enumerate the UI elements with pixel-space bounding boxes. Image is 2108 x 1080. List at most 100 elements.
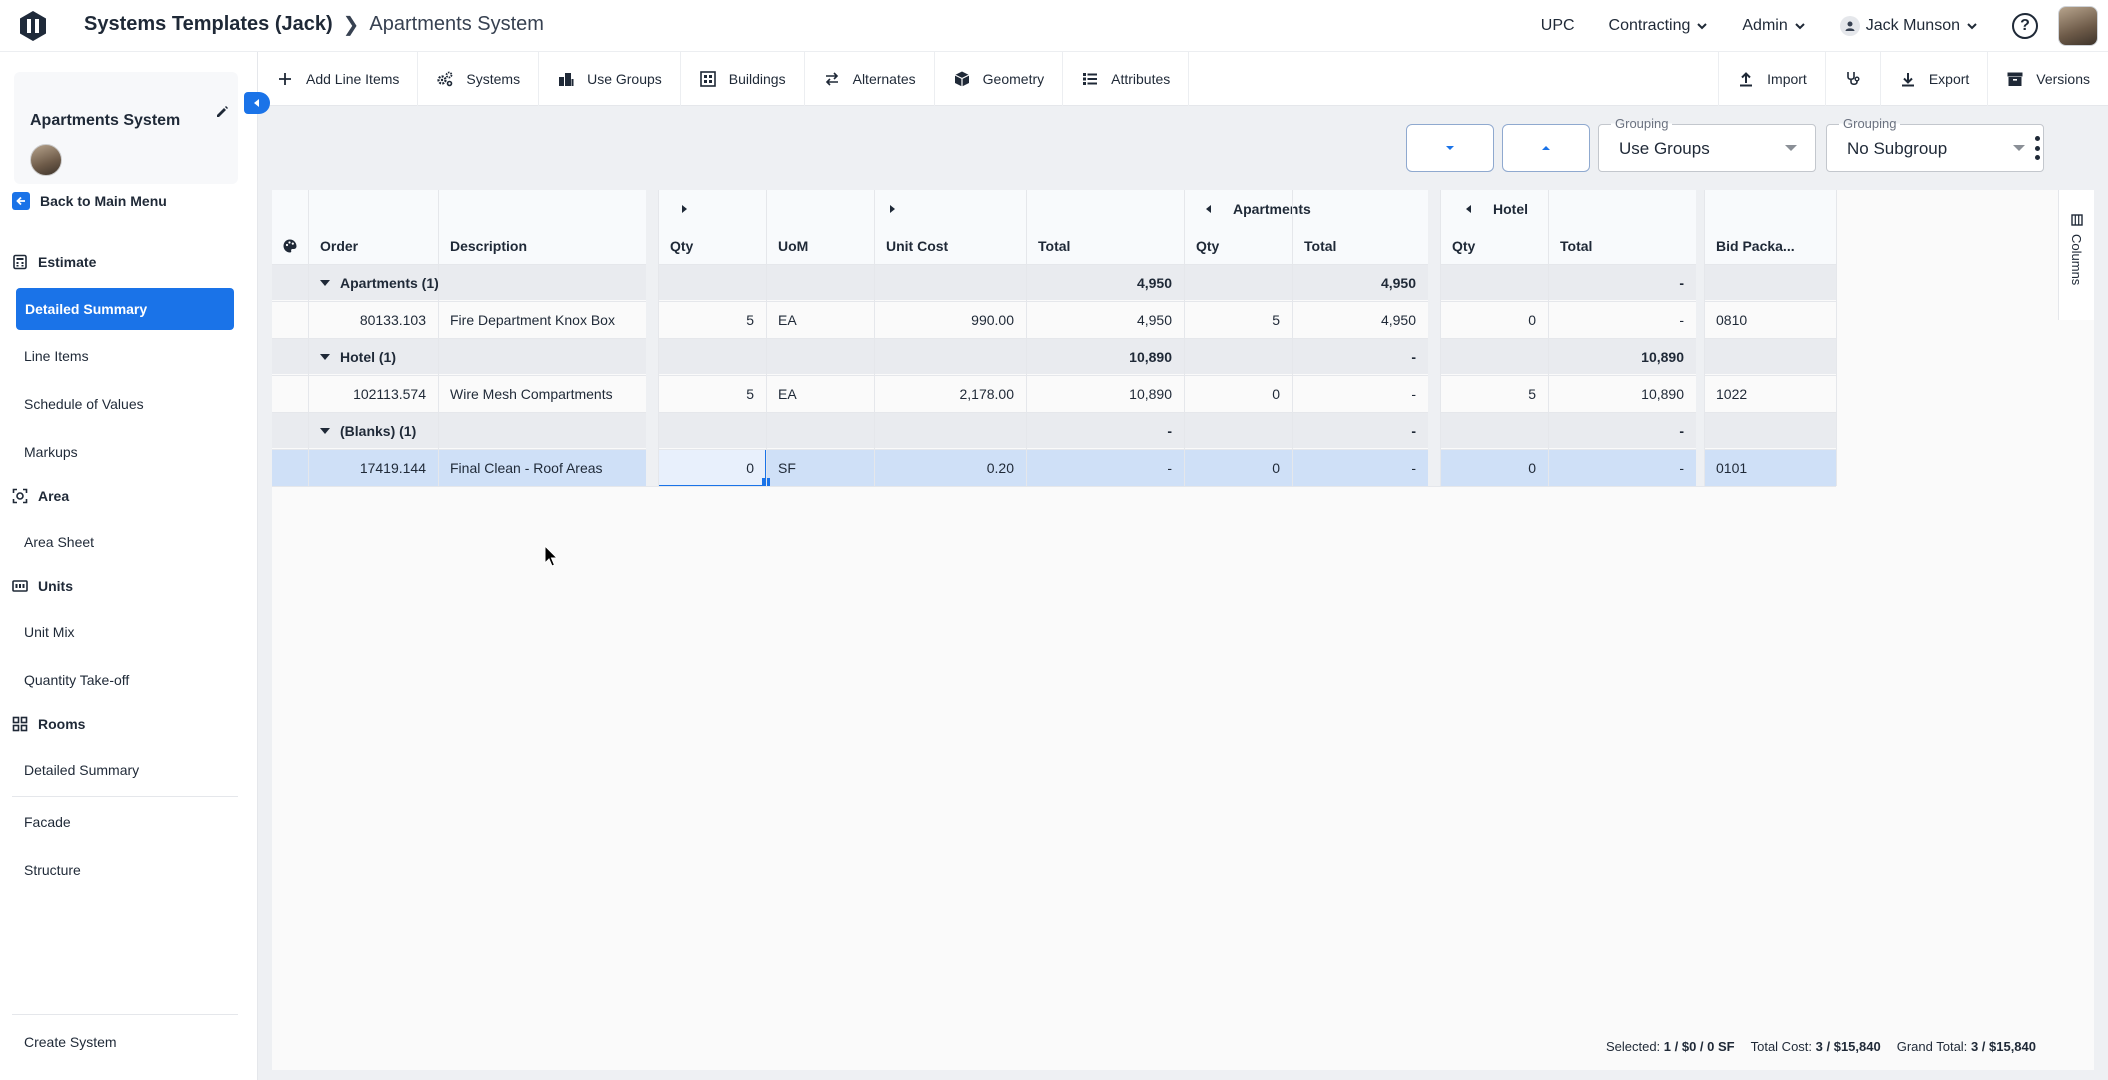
cell-total[interactable]: - xyxy=(1026,449,1184,486)
contracting-menu[interactable]: Contracting xyxy=(1609,17,1709,35)
column-divider xyxy=(438,190,439,486)
subgroup-select[interactable]: Grouping No Subgroup xyxy=(1826,116,2044,172)
cell-bid-package[interactable]: 0101 xyxy=(1704,449,1836,486)
column-divider xyxy=(308,190,309,486)
diagnostics-button[interactable] xyxy=(1824,52,1880,106)
export-button[interactable]: Export xyxy=(1879,52,1987,106)
alternates-button[interactable]: Alternates xyxy=(805,51,935,106)
cell-apartments-qty[interactable]: 0 xyxy=(1184,375,1292,412)
add-line-items-button[interactable]: Add Line Items xyxy=(258,51,419,106)
geometry-button[interactable]: Geometry xyxy=(935,51,1064,106)
cell-unit-cost[interactable]: 2,178.00 xyxy=(874,375,1026,412)
cell-hotel-qty[interactable]: 5 xyxy=(1440,375,1548,412)
nav-structure[interactable]: Structure xyxy=(24,862,81,878)
group-hotel-total: - xyxy=(1679,422,1684,439)
collapse-all-button[interactable] xyxy=(1406,124,1494,172)
cell-apartments-qty[interactable]: 5 xyxy=(1184,301,1292,338)
cell-total[interactable]: 10,890 xyxy=(1026,375,1184,412)
buildings-button[interactable]: Buildings xyxy=(681,51,805,106)
attributes-button[interactable]: Attributes xyxy=(1063,51,1190,106)
group-row-label[interactable]: Apartments (1) xyxy=(308,264,648,301)
cell-order[interactable]: 102113.574 xyxy=(308,375,438,412)
cell-order[interactable]: 80133.103 xyxy=(308,301,438,338)
column-header-total[interactable]: Total xyxy=(1026,227,1184,264)
nav-unit-mix[interactable]: Unit Mix xyxy=(24,624,75,640)
cell-description[interactable]: Final Clean - Roof Areas xyxy=(438,449,646,486)
column-header-hotel-qty[interactable]: Qty xyxy=(1440,227,1548,264)
nav-schedule-of-values[interactable]: Schedule of Values xyxy=(24,396,144,412)
group-row-label[interactable]: (Blanks) (1) xyxy=(308,412,648,449)
cell-order[interactable]: 17419.144 xyxy=(308,449,438,486)
cell-total[interactable]: 4,950 xyxy=(1026,301,1184,338)
nav-quantity-take-off[interactable]: Quantity Take-off xyxy=(24,672,129,688)
more-options-icon[interactable] xyxy=(2034,136,2040,160)
cell-unit-cost[interactable]: 990.00 xyxy=(874,301,1026,338)
column-header-unit-cost[interactable]: Unit Cost xyxy=(874,227,1026,264)
back-to-main-menu[interactable]: Back to Main Menu xyxy=(12,192,167,210)
upc-menu[interactable]: UPC xyxy=(1541,17,1575,35)
create-system-link[interactable]: Create System xyxy=(24,1034,117,1050)
user-menu[interactable]: Jack Munson xyxy=(1839,16,1978,36)
column-header-hotel-total[interactable]: Total xyxy=(1548,227,1696,264)
nav-area-sheet[interactable]: Area Sheet xyxy=(24,534,94,550)
cell-uom[interactable]: EA xyxy=(766,301,874,338)
expand-all-button[interactable] xyxy=(1502,124,1590,172)
app-logo-icon[interactable] xyxy=(16,9,50,43)
pencil-icon[interactable] xyxy=(214,104,230,120)
cell-apartments-qty[interactable]: 0 xyxy=(1184,449,1292,486)
cell-uom[interactable]: EA xyxy=(766,375,874,412)
cell-description[interactable]: Fire Department Knox Box xyxy=(438,301,646,338)
import-button[interactable]: Import xyxy=(1718,52,1825,106)
chevron-down-icon xyxy=(1967,23,1977,30)
cell-qty[interactable]: 5 xyxy=(658,301,766,338)
cell-description[interactable]: Wire Mesh Compartments xyxy=(438,375,646,412)
collapse-sidebar-button[interactable] xyxy=(244,92,270,114)
cell-unit-cost[interactable]: 0.20 xyxy=(874,449,1026,486)
nav-detailed-summary[interactable]: Detailed Summary xyxy=(16,288,234,330)
column-header-description[interactable]: Description xyxy=(438,227,646,264)
help-icon[interactable]: ? xyxy=(2012,13,2038,39)
cell-hotel-qty[interactable]: 0 xyxy=(1440,449,1548,486)
cell-apartments-total[interactable]: - xyxy=(1292,375,1428,412)
column-header-apartments-total[interactable]: Total xyxy=(1292,227,1428,264)
columns-panel-toggle[interactable]: Columns xyxy=(2058,190,2094,320)
breadcrumb-parent[interactable]: Systems Templates (Jack) xyxy=(84,13,333,36)
use-groups-button[interactable]: Use Groups xyxy=(539,51,681,106)
cell-qty[interactable]: 0 xyxy=(658,449,766,486)
nav-line-items[interactable]: Line Items xyxy=(24,348,89,364)
group-header-hotel[interactable]: Hotel xyxy=(1454,190,1714,227)
cell-apartments-total[interactable]: - xyxy=(1292,449,1428,486)
cell-bid-package[interactable]: 0810 xyxy=(1704,301,1836,338)
systems-button[interactable]: Systems xyxy=(418,51,540,106)
cell-apartments-total[interactable]: 4,950 xyxy=(1292,301,1428,338)
nav-rooms-detailed-summary[interactable]: Detailed Summary xyxy=(24,762,139,778)
cell-bid-package[interactable]: 1022 xyxy=(1704,375,1836,412)
cell-hotel-qty[interactable]: 0 xyxy=(1440,301,1548,338)
grouping-select[interactable]: Grouping Use Groups xyxy=(1598,116,1816,172)
group-header-apartments[interactable]: Apartments xyxy=(1194,190,1454,227)
expand-group-toggle[interactable] xyxy=(878,190,1008,227)
column-header-qty[interactable]: Qty xyxy=(658,227,766,264)
admin-menu[interactable]: Admin xyxy=(1742,17,1805,35)
expand-group-toggle[interactable] xyxy=(670,190,778,227)
cell-hotel-total[interactable]: - xyxy=(1548,301,1696,338)
grouping-value: Use Groups xyxy=(1619,139,1710,158)
cell-hotel-total[interactable]: - xyxy=(1548,449,1696,486)
cell-uom[interactable]: SF xyxy=(766,449,874,486)
column-header-uom[interactable]: UoM xyxy=(766,227,874,264)
nav-markups[interactable]: Markups xyxy=(24,444,78,460)
column-header-apartments-qty[interactable]: Qty xyxy=(1184,227,1292,264)
profile-avatar[interactable] xyxy=(2058,6,2098,46)
group-row-label[interactable]: Hotel (1) xyxy=(308,338,648,375)
cell-qty[interactable]: 5 xyxy=(658,375,766,412)
toolbar-label: Geometry xyxy=(982,70,1045,87)
column-divider xyxy=(1704,190,1705,486)
palette-icon[interactable] xyxy=(272,227,308,264)
cell-hotel-total[interactable]: 10,890 xyxy=(1548,375,1696,412)
toolbar-label: Versions xyxy=(2036,71,2090,87)
nav-facade[interactable]: Facade xyxy=(24,814,71,830)
group-hotel-total: - xyxy=(1679,274,1684,291)
column-header-order[interactable]: Order xyxy=(308,227,438,264)
column-header-bid-package[interactable]: Bid Packa... xyxy=(1704,227,1836,264)
versions-button[interactable]: Versions xyxy=(1987,52,2108,106)
